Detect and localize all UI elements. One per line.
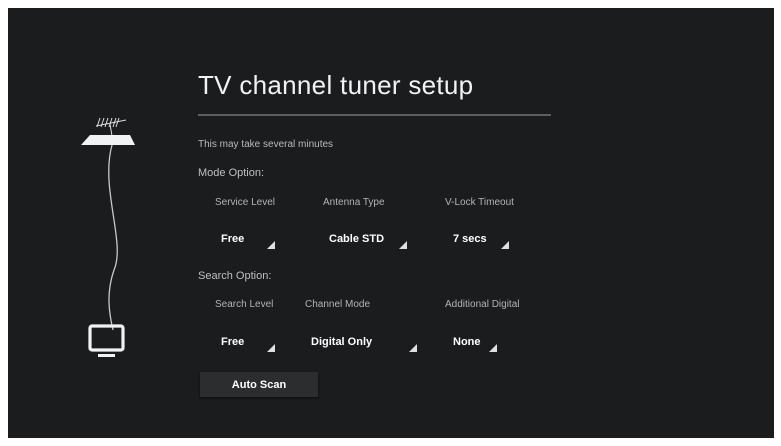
service-level-value: Free xyxy=(221,233,245,245)
page-title: TV channel tuner setup xyxy=(198,70,474,100)
mode-option-label: Mode Option: xyxy=(198,167,265,179)
dropdown-caret-icon xyxy=(267,344,275,352)
v-lock-timeout-dropdown[interactable]: 7 secs xyxy=(453,233,509,249)
tuner-setup-screen: TV channel tuner setup This may take sev… xyxy=(8,8,774,438)
dropdown-caret-icon xyxy=(399,241,407,249)
dropdown-caret-icon xyxy=(267,241,275,249)
dropdown-caret-icon xyxy=(409,344,417,352)
antenna-icon xyxy=(81,117,135,145)
channel-mode-value: Digital Only xyxy=(311,336,373,348)
title-divider xyxy=(198,114,551,116)
v-lock-timeout-label: V-Lock Timeout xyxy=(445,197,514,208)
antenna-type-label: Antenna Type xyxy=(323,197,385,208)
v-lock-timeout-value: 7 secs xyxy=(453,233,487,245)
additional-digital-dropdown[interactable]: None xyxy=(453,336,497,352)
tv-icon xyxy=(88,324,125,357)
auto-scan-button[interactable]: Auto Scan xyxy=(200,372,318,397)
service-level-label: Service Level xyxy=(215,197,276,208)
antenna-type-dropdown[interactable]: Cable STD xyxy=(329,233,407,249)
search-level-label: Search Level xyxy=(215,299,274,310)
search-level-value: Free xyxy=(221,336,245,348)
channel-mode-label: Channel Mode xyxy=(305,299,371,310)
antenna-type-value: Cable STD xyxy=(329,233,385,245)
subtitle-text: This may take several minutes xyxy=(198,139,334,150)
additional-digital-label: Additional Digital xyxy=(445,299,520,310)
search-level-dropdown[interactable]: Free xyxy=(221,336,275,352)
service-level-dropdown[interactable]: Free xyxy=(221,233,275,249)
dropdown-caret-icon xyxy=(501,241,509,249)
cable-icon xyxy=(108,144,118,331)
search-option-label: Search Option: xyxy=(198,270,272,282)
additional-digital-value: None xyxy=(453,336,481,348)
dropdown-caret-icon xyxy=(489,344,497,352)
channel-mode-dropdown[interactable]: Digital Only xyxy=(311,336,417,352)
